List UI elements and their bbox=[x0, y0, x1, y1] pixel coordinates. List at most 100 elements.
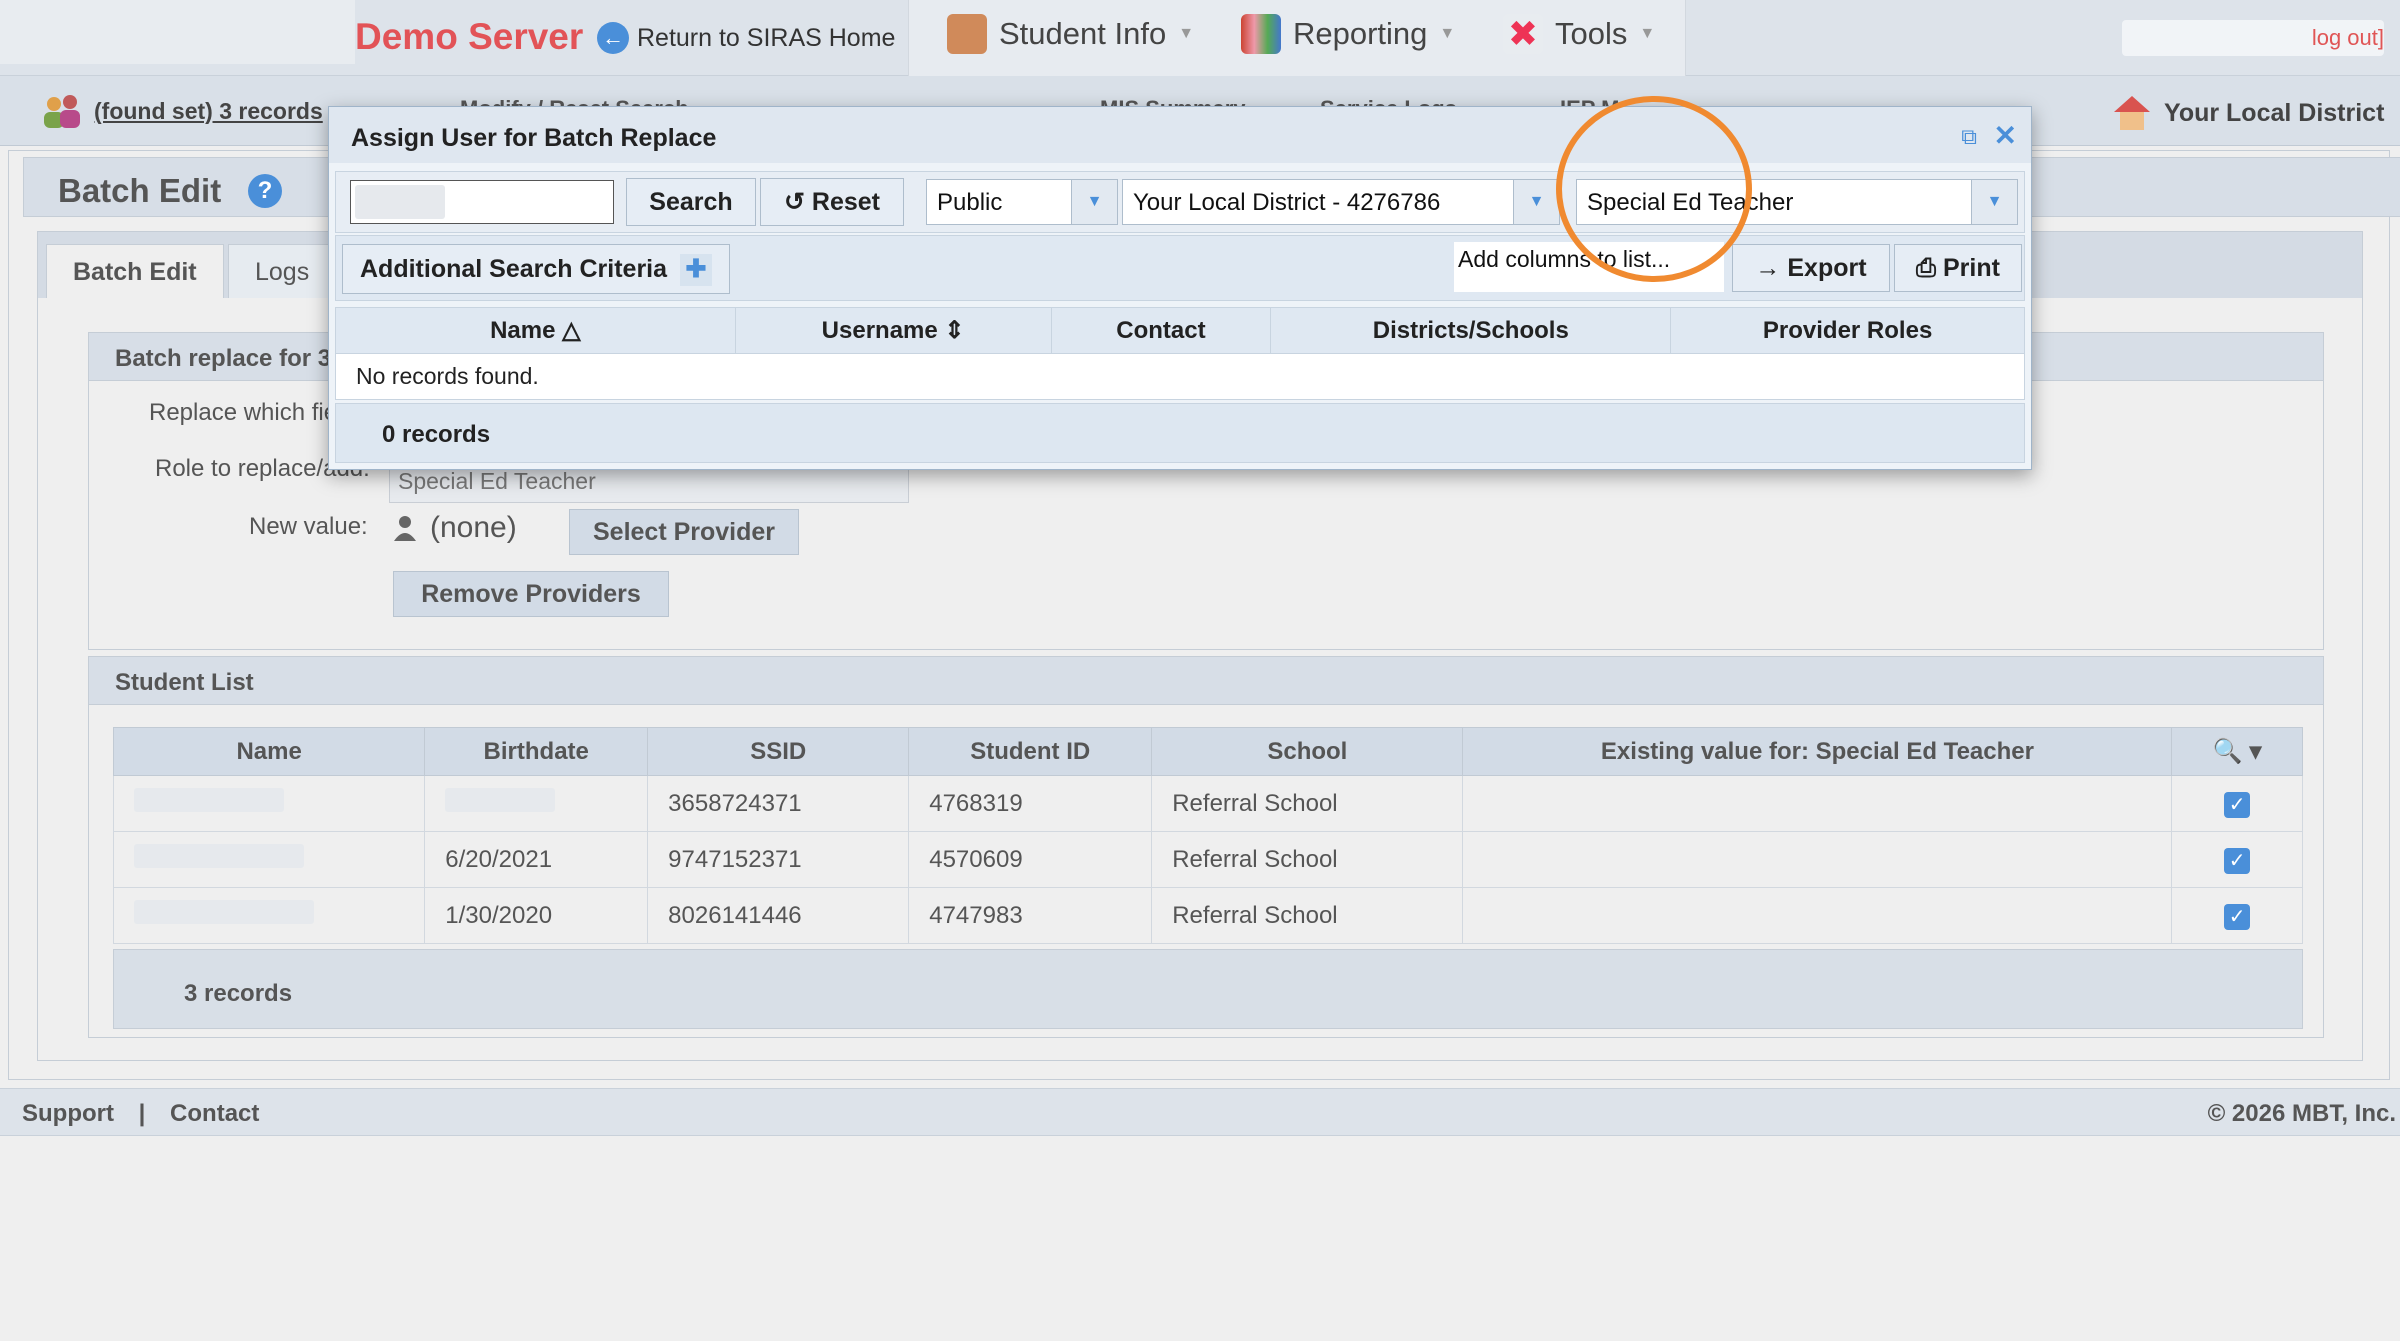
visibility-select[interactable]: Public ▼ bbox=[926, 179, 1118, 225]
student-name-cell bbox=[112, 887, 426, 944]
chevron-down-icon[interactable]: ▾ bbox=[2249, 738, 2261, 765]
search-input[interactable] bbox=[350, 180, 614, 224]
back-arrow-icon: ← bbox=[597, 22, 629, 54]
nav-reporting-label: Reporting bbox=[1293, 16, 1428, 51]
contact-link[interactable]: Contact bbox=[170, 1100, 259, 1127]
redacted-search-text bbox=[355, 185, 445, 219]
select-provider-button[interactable]: Select Provider bbox=[569, 509, 799, 555]
empty-message: No records found. bbox=[335, 353, 2025, 400]
birthdate-cell: 6/20/2021 bbox=[424, 831, 649, 888]
additional-criteria-button[interactable]: Additional Search Criteria ✚ bbox=[342, 244, 730, 294]
col-name[interactable]: Name △ bbox=[335, 307, 736, 354]
export-button[interactable]: → Export bbox=[1732, 244, 1890, 292]
dialog-title: Assign User for Batch Replace bbox=[329, 107, 2031, 163]
col-existing-value[interactable]: Existing value for: Special Ed Teacher bbox=[1462, 727, 2173, 776]
school-cell: Referral School bbox=[1151, 831, 1464, 888]
student-list-title: Student List bbox=[89, 657, 2323, 705]
chevron-down-icon: ▼ bbox=[1971, 180, 2017, 224]
tab-batch-edit[interactable]: Batch Edit bbox=[46, 244, 224, 298]
nav-student-info[interactable]: Student Info ▼ bbox=[947, 14, 1194, 54]
student-id-cell: 4747983 bbox=[908, 887, 1153, 944]
ssid-cell: 9747152371 bbox=[647, 831, 910, 888]
chevron-down-icon: ▼ bbox=[1439, 25, 1456, 42]
reset-icon: ↺ bbox=[784, 188, 805, 216]
new-value: (none) bbox=[394, 511, 517, 545]
print-label: Print bbox=[1943, 254, 2000, 282]
col-name[interactable]: Name bbox=[112, 727, 426, 776]
row-checkbox-cell: ✓ bbox=[2171, 831, 2303, 888]
reset-button[interactable]: ↺ Reset bbox=[760, 178, 904, 226]
district-name: Your Local District bbox=[2164, 98, 2385, 127]
found-set-link[interactable]: (found set) 3 records bbox=[40, 92, 323, 130]
col-ssid[interactable]: SSID bbox=[647, 727, 910, 776]
col-contact[interactable]: Contact bbox=[1050, 307, 1272, 354]
student-name-cell bbox=[112, 831, 426, 888]
reset-label: Reset bbox=[811, 188, 880, 216]
row-checkbox[interactable]: ✓ bbox=[2224, 791, 2251, 818]
chevron-down-icon: ▼ bbox=[1639, 25, 1656, 42]
assign-user-dialog: Assign User for Batch Replace ⧉ ✕ Search… bbox=[328, 106, 2032, 470]
col-filter[interactable]: 🔍 ▾ bbox=[2171, 727, 2303, 776]
ssid-cell: 8026141446 bbox=[647, 887, 910, 944]
tab-logs[interactable]: Logs bbox=[228, 244, 337, 298]
logo-area bbox=[0, 0, 355, 64]
nav-tools[interactable]: ✖ Tools ▼ bbox=[1503, 14, 1655, 54]
people-icon bbox=[44, 95, 80, 128]
support-link[interactable]: Support bbox=[22, 1100, 114, 1127]
row-checkbox[interactable]: ✓ bbox=[2224, 903, 2251, 930]
ssid-cell: 3658724371 bbox=[647, 775, 910, 832]
col-student-id[interactable]: Student ID bbox=[908, 727, 1153, 776]
help-icon[interactable]: ? bbox=[248, 174, 282, 208]
col-birthdate[interactable]: Birthdate bbox=[424, 727, 649, 776]
return-home-link[interactable]: ← Return to SIRAS Home bbox=[597, 22, 895, 54]
redacted-name bbox=[134, 788, 284, 812]
printer-icon: ⎙ bbox=[1916, 254, 1937, 282]
person-icon bbox=[394, 516, 416, 541]
new-value-label: New value: bbox=[249, 513, 368, 540]
row-checkbox-cell: ✓ bbox=[2171, 887, 2303, 944]
search-icon[interactable]: 🔍 bbox=[2213, 738, 2243, 765]
search-button[interactable]: Search bbox=[626, 178, 756, 226]
main-nav: Student Info ▼ Reporting ▼ ✖ Tools ▼ bbox=[908, 0, 1686, 76]
student-table-header: Name Birthdate SSID Student ID School Ex… bbox=[112, 727, 2303, 776]
dialog-toolbar: Search ↺ Reset Public ▼ Your Local Distr… bbox=[335, 171, 2025, 233]
student-id-cell: 4570609 bbox=[908, 831, 1153, 888]
popout-icon[interactable]: ⧉ bbox=[1961, 124, 1977, 150]
student-list-footer: 3 records bbox=[113, 949, 2303, 1029]
user-results-table: Name △ Username ⇕ Contact Districts/Scho… bbox=[335, 307, 2025, 400]
reporting-icon bbox=[1241, 14, 1281, 54]
criteria-row: Additional Search Criteria ✚ Add columns… bbox=[335, 235, 2025, 301]
nav-reporting[interactable]: Reporting ▼ bbox=[1241, 14, 1455, 54]
existing-value-cell bbox=[1462, 831, 2173, 888]
new-value-text: (none) bbox=[430, 511, 517, 544]
col-username-label: Username bbox=[821, 317, 938, 344]
existing-value-cell bbox=[1462, 775, 2173, 832]
highlight-circle bbox=[1556, 96, 1752, 282]
birthdate-cell: 1/30/2020 bbox=[424, 887, 649, 944]
redacted-name bbox=[134, 844, 304, 868]
replace-field-label: Replace which fie bbox=[149, 399, 338, 426]
col-school[interactable]: School bbox=[1151, 727, 1464, 776]
logout-link[interactable]: log out] bbox=[2122, 20, 2384, 56]
results-footer: 0 records bbox=[335, 403, 2025, 463]
row-checkbox[interactable]: ✓ bbox=[2224, 847, 2251, 874]
student-id-cell: 4768319 bbox=[908, 775, 1153, 832]
col-districts-schools[interactable]: Districts/Schools bbox=[1270, 307, 1672, 354]
col-provider-roles[interactable]: Provider Roles bbox=[1670, 307, 2025, 354]
chevron-down-icon: ▼ bbox=[1513, 180, 1559, 224]
col-name-label: Name bbox=[490, 317, 556, 344]
remove-providers-button[interactable]: Remove Providers bbox=[393, 571, 669, 617]
footer-links: Support | Contact bbox=[22, 1100, 259, 1128]
nav-student-info-label: Student Info bbox=[999, 16, 1167, 51]
print-button[interactable]: ⎙ Print bbox=[1894, 244, 2022, 292]
student-list-section: Student List Name Birthdate SSID Student… bbox=[88, 656, 2324, 1038]
col-username[interactable]: Username ⇕ bbox=[734, 307, 1052, 354]
district-select[interactable]: Your Local District - 4276786 ▼ bbox=[1122, 179, 1560, 225]
close-icon[interactable]: ✕ bbox=[1994, 119, 2017, 152]
school-cell: Referral School bbox=[1151, 775, 1464, 832]
table-row: 3658724371 4768319 Referral School ✓ bbox=[112, 775, 2303, 832]
export-label: Export bbox=[1787, 254, 1867, 282]
student-table: Name Birthdate SSID Student ID School Ex… bbox=[112, 727, 2303, 944]
district-label: Your Local District bbox=[2112, 94, 2384, 132]
tools-icon: ✖ bbox=[1503, 14, 1543, 54]
